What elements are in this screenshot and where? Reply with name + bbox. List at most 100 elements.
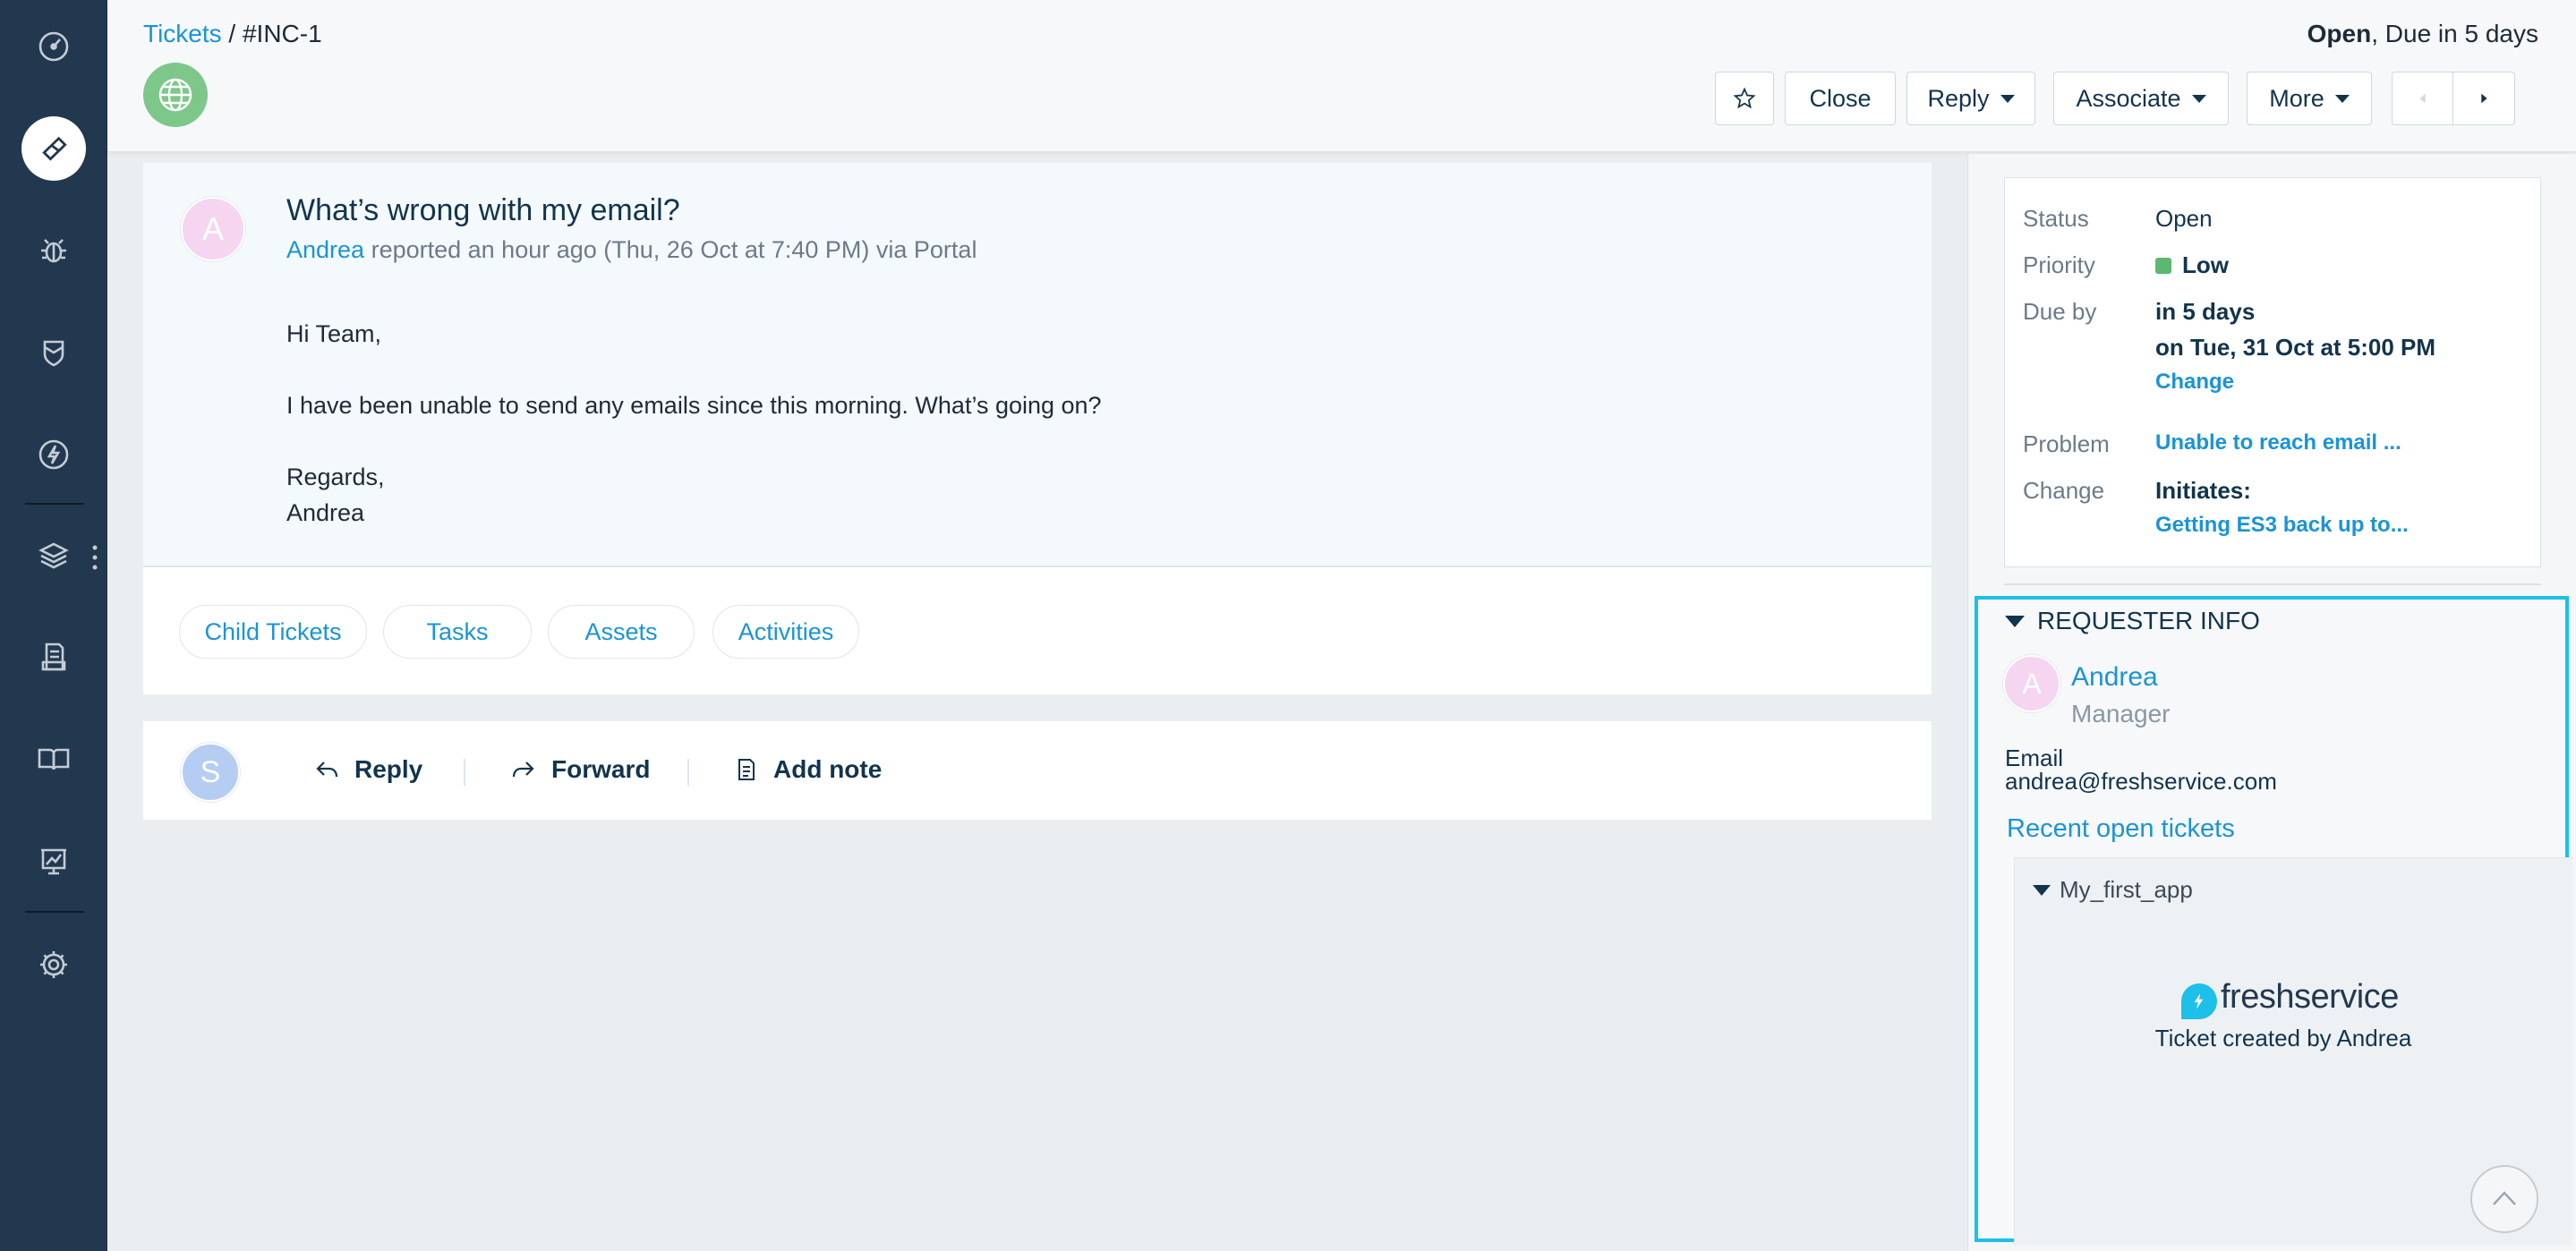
previous-ticket-button[interactable] (2393, 72, 2453, 124)
agent-avatar: S (181, 743, 240, 802)
requester-link[interactable]: Andrea (286, 236, 364, 263)
assets-icon[interactable] (21, 523, 86, 587)
priority-label: Priority (2023, 251, 2095, 278)
chevron-down-icon (2334, 94, 2350, 103)
associate-dropdown-button[interactable]: Associate (2053, 72, 2229, 125)
tickets-icon[interactable] (21, 116, 86, 181)
action-divider (464, 759, 465, 786)
star-icon (1733, 87, 1756, 109)
ticket-subject: What’s wrong with my email? (286, 193, 680, 227)
chevron-left-icon (2418, 93, 2426, 104)
ticket-header: Tickets / #INC-1 Open, Due in 5 days Clo… (107, 0, 2576, 152)
ticket-status-summary: Open, Due in 5 days (2307, 20, 2538, 48)
note-icon (738, 759, 755, 780)
app-widget-caption: Ticket created by Andrea (2154, 1025, 2412, 1051)
due-date: on Tue, 31 Oct at 5:00 PM (2155, 334, 2436, 361)
contracts-icon[interactable] (21, 625, 86, 689)
requester-info-section: REQUESTER INFO A Andrea Manager Email an… (1975, 596, 2572, 1246)
chevron-down-icon (2191, 94, 2206, 103)
chevron-up-icon (2493, 1191, 2516, 1205)
reply-action-label: Reply (354, 755, 423, 783)
scroll-to-top-button[interactable] (2470, 1165, 2538, 1233)
breadcrumb-ticket-id: #INC-1 (242, 20, 322, 47)
ticket-body-line: I have been unable to send any emails si… (286, 392, 1102, 419)
due-value: in 5 days (2155, 298, 2256, 325)
status-due: , Due in 5 days (2371, 20, 2538, 47)
change-link[interactable]: Getting ES3 back up to... (2155, 513, 2409, 538)
ticket-body-line: Andrea (286, 499, 365, 526)
ticket-properties: Status Open Priority Low Due by in 5 day… (2004, 177, 2541, 567)
more-dots-icon[interactable] (91, 544, 98, 571)
recent-open-tickets-link[interactable]: Recent open tickets (2007, 814, 2235, 844)
forward-action-label: Forward (551, 755, 651, 783)
ticket-body-line: Regards, (286, 464, 385, 490)
caret-down-icon (2005, 615, 2025, 627)
add-note-action[interactable]: Add note (732, 748, 882, 791)
ticket-body-line: Hi Team, (286, 320, 382, 347)
change-initiates-label: Initiates: (2155, 477, 2251, 504)
changes-icon[interactable] (21, 320, 86, 385)
freshservice-logo: freshservice (2181, 974, 2399, 1019)
reply-icon (316, 762, 338, 778)
reports-icon[interactable] (21, 829, 86, 893)
portal-source-icon (143, 63, 208, 127)
requester-info-avatar: A (2003, 655, 2060, 712)
reply-actions-bar: S Reply Forward Add note (143, 721, 1932, 820)
dashboard-icon[interactable] (21, 14, 86, 79)
reply-dropdown-button[interactable]: Reply (1906, 72, 2035, 125)
settings-icon[interactable] (21, 932, 86, 997)
releases-icon[interactable] (21, 422, 86, 487)
requester-role: Manager (2071, 700, 2171, 728)
requester-info-title: REQUESTER INFO (2037, 607, 2260, 634)
app-name: My_first_app (2060, 876, 2193, 903)
action-divider (687, 759, 689, 786)
ticket-meta: Andrea reported an hour ago (Thu, 26 Oct… (286, 236, 977, 264)
left-nav (0, 0, 107, 1251)
tab-tasks[interactable]: Tasks (383, 605, 532, 659)
priority-color-icon (2155, 258, 2171, 274)
ticket-meta-text: reported an hour ago (Thu, 26 Oct at 7:4… (364, 236, 977, 263)
tab-child-tickets[interactable]: Child Tickets (179, 605, 367, 659)
nav-divider (25, 911, 84, 913)
reply-button-label: Reply (1927, 84, 1990, 112)
tab-assets[interactable]: Assets (548, 605, 695, 659)
status-state: Open (2307, 20, 2372, 47)
next-ticket-button[interactable] (2453, 72, 2514, 124)
breadcrumb: Tickets / #INC-1 (143, 20, 322, 48)
more-dropdown-button[interactable]: More (2247, 72, 2372, 125)
due-label: Due by (2023, 298, 2097, 325)
breadcrumb-tickets-link[interactable]: Tickets (143, 20, 222, 47)
status-value: Open (2155, 205, 2213, 232)
requester-avatar: A (181, 197, 245, 261)
tab-activities[interactable]: Activities (712, 605, 859, 659)
star-button[interactable] (1715, 72, 1774, 125)
solutions-icon[interactable] (21, 727, 86, 791)
problem-link[interactable]: Unable to reach email ... (2155, 430, 2401, 455)
nav-divider (25, 503, 84, 505)
ticket-pager (2392, 72, 2515, 125)
priority-value-text: Low (2182, 251, 2229, 278)
add-note-action-label: Add note (773, 755, 883, 783)
problems-icon[interactable] (21, 218, 86, 283)
chevron-right-icon (2481, 93, 2487, 104)
close-button[interactable]: Close (1785, 72, 1896, 125)
reply-action[interactable]: Reply (313, 748, 422, 791)
app-widget-toggle[interactable]: My_first_app (2033, 876, 2193, 904)
chevron-down-icon (2000, 94, 2015, 103)
forward-action[interactable]: Forward (510, 748, 650, 791)
freshservice-brand: freshservice (2221, 977, 2399, 1016)
caret-down-icon (2033, 884, 2051, 896)
problem-label: Problem (2023, 430, 2110, 457)
panel-divider (2004, 583, 2541, 585)
requester-info-toggle[interactable]: REQUESTER INFO (2005, 607, 2260, 635)
requester-name-link[interactable]: Andrea (2071, 662, 2158, 693)
change-label: Change (2023, 477, 2105, 504)
ticket-description: A What’s wrong with my email? Andrea rep… (143, 163, 1932, 567)
breadcrumb-separator: / (221, 20, 243, 47)
email-value: andrea@freshservice.com (2005, 768, 2277, 795)
due-change-link[interactable]: Change (2155, 370, 2234, 395)
more-button-label: More (2269, 84, 2324, 112)
forward-icon (512, 762, 534, 778)
associate-button-label: Associate (2076, 84, 2181, 112)
association-tabs: Child Tickets Tasks Assets Activities (143, 567, 1932, 694)
